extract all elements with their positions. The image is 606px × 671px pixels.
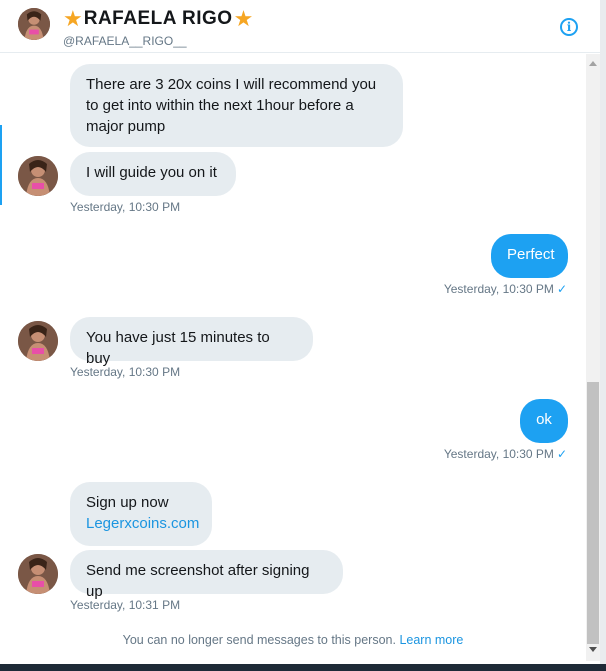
- avatar[interactable]: [18, 156, 58, 196]
- checkmark-icon: ✓: [556, 282, 567, 296]
- message-bubble-incoming[interactable]: You have just 15 minutes to buy: [70, 317, 313, 367]
- message-bubble-incoming[interactable]: Sign up now Legerxcoins.com: [70, 482, 212, 546]
- avatar[interactable]: [18, 554, 58, 594]
- contact-handle: @RAFAELA__RIGO__: [63, 34, 187, 48]
- message-timestamp: Yesterday, 10:30 PM: [70, 365, 181, 379]
- message-timestamp: Yesterday, 10:30 PM ✓: [443, 447, 567, 461]
- message-bubble-outgoing[interactable]: ok: [520, 399, 568, 443]
- message-link[interactable]: Legerxcoins.com: [86, 513, 199, 534]
- message-text: Perfect: [507, 246, 555, 263]
- message-text: You have just 15 minutes to buy: [86, 329, 270, 367]
- info-icon[interactable]: i: [560, 18, 578, 36]
- scrollbar[interactable]: [586, 54, 600, 661]
- star-icon: ★: [233, 6, 254, 31]
- star-icon: ★: [63, 6, 83, 31]
- message-bubble-incoming[interactable]: I will guide you on it: [70, 152, 236, 196]
- message-bubble-incoming[interactable]: Send me screenshot after signing up: [70, 550, 343, 600]
- message-text: I will guide you on it: [86, 164, 217, 181]
- checkmark-icon: ✓: [556, 447, 567, 461]
- scroll-up-arrow-icon[interactable]: [589, 61, 597, 66]
- message-timestamp: Yesterday, 10:30 PM: [70, 200, 181, 214]
- scrollbar-thumb[interactable]: [587, 382, 599, 644]
- avatar[interactable]: [18, 8, 50, 40]
- header-title-row[interactable]: ★ RAFAELA RIGO ★: [63, 8, 253, 30]
- window-edge: [600, 0, 606, 664]
- conversation-header: ★ RAFAELA RIGO ★ @RAFAELA__RIGO__ i: [0, 0, 606, 53]
- message-text: Send me screenshot after signing up: [86, 562, 310, 600]
- focus-marker: [0, 125, 2, 205]
- message-text: Sign up now: [86, 494, 169, 511]
- message-timestamp: Yesterday, 10:30 PM ✓: [443, 282, 567, 296]
- learn-more-link[interactable]: Learn more: [399, 633, 463, 647]
- contact-name: RAFAELA RIGO: [83, 8, 233, 29]
- message-timestamp: Yesterday, 10:31 PM: [70, 598, 181, 612]
- message-bubble-outgoing[interactable]: Perfect: [491, 234, 568, 278]
- taskbar-strip: [0, 664, 606, 671]
- message-text: There are 3 20x coins I will recommend y…: [86, 76, 377, 135]
- conversation-disabled-note: You can no longer send messages to this …: [122, 633, 464, 647]
- scroll-down-arrow-icon[interactable]: [589, 647, 597, 652]
- avatar[interactable]: [18, 321, 58, 361]
- message-text: ok: [536, 411, 552, 428]
- message-bubble-incoming[interactable]: There are 3 20x coins I will recommend y…: [70, 64, 403, 147]
